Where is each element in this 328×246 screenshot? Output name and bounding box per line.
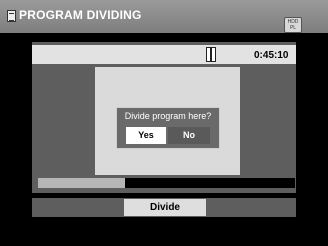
timecode: 0:45:10 <box>254 50 289 61</box>
dialog-question: Divide program here? <box>124 111 212 121</box>
program-list-icon <box>7 10 16 22</box>
badge-line-pl: PL <box>289 25 297 31</box>
progress-fill <box>38 178 126 188</box>
pause-icon <box>206 47 216 62</box>
yes-button[interactable]: Yes <box>126 127 166 144</box>
divide-button[interactable]: Divide <box>124 199 206 216</box>
no-button[interactable]: No <box>168 127 210 144</box>
progress-bar[interactable] <box>38 178 295 188</box>
divide-confirm-dialog: Divide program here? Yes No <box>116 107 220 149</box>
page-title: PROGRAM DIVIDING <box>19 8 142 22</box>
hdd-playlist-badge: HDD PL <box>284 17 302 33</box>
